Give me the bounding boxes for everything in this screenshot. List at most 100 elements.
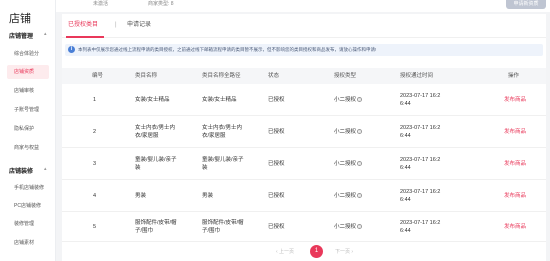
cell-auth-time: 2023-07-17 16:2 6:44 [400, 219, 440, 235]
cell-category-name: 服饰配件/皮带/帽 子/围巾 [135, 219, 177, 235]
table-row: 1 女装/女士精品 女装/女士精品 已授权 小二授权? 2023-07-17 1… [62, 84, 546, 116]
help-icon[interactable]: ? [357, 193, 363, 199]
info-notice: i 本列表中仅展示您通过线上流程申请的类目授权，之前通过线下邮箱流程申请的类目暂… [65, 44, 543, 56]
sidebar-item-pc-decoration[interactable]: PC店铺装修 [0, 199, 56, 213]
auth-time-line: 2023-07-17 16:2 [400, 189, 441, 195]
sidebar-item-rights[interactable]: 商家与权益 [0, 141, 56, 155]
category-name-line: 女士内衣/男士内 [135, 125, 176, 131]
column-header-id: 编号 [92, 73, 104, 79]
tab-bar: 已授权类目 | 申请记录 [62, 14, 546, 38]
sidebar-item-mobile-decoration[interactable]: 手机店铺装修 [0, 181, 56, 195]
category-path-line: 服饰配件/皮带/帽 [202, 220, 244, 226]
cell-auth-type: 小二授权? [334, 96, 363, 104]
cell-category-path: 女士内衣/男士内 衣/家居服 [202, 124, 242, 140]
cell-category-name: 女士内衣/男士内 衣/家居服 [135, 124, 175, 140]
category-path-line: 女士内衣/男士内 [202, 125, 243, 131]
cell-category-path: 女装/女士精品 [202, 97, 237, 103]
sidebar-item-store-review[interactable]: 店铺审核 [0, 84, 56, 98]
auth-type-label: 小二授权 [334, 97, 357, 103]
table-row: 3 童装/婴儿装/亲子装 童装/婴儿装/亲子装 已授权 小二授权? 2023-0… [62, 148, 546, 180]
cell-status: 已授权 [268, 193, 285, 199]
cell-status: 已授权 [268, 129, 285, 135]
publish-product-link[interactable]: 发布商品 [504, 160, 526, 168]
publish-product-link[interactable]: 发布商品 [504, 96, 526, 104]
column-header-category-path: 类目名称全路径 [202, 73, 241, 79]
help-icon[interactable]: ? [357, 224, 363, 230]
help-icon[interactable]: ? [357, 129, 363, 135]
category-path-line: 衣/家居服 [202, 133, 226, 139]
cell-id: 4 [93, 193, 97, 199]
auth-type-label: 小二授权 [334, 193, 357, 199]
table-row: 4 男装 男装 已授权 小二授权? 2023-07-17 16:2 6:44 发布… [62, 180, 546, 212]
cell-id: 1 [93, 97, 97, 103]
auth-time-line: 6:44 [400, 228, 411, 234]
sidebar-section-store-management[interactable]: 店铺管理 [9, 31, 33, 40]
help-icon[interactable]: ? [357, 97, 363, 103]
chevron-up-icon[interactable]: ▴ [44, 31, 47, 37]
category-path-line: 童装/婴儿装/亲子 [202, 157, 244, 163]
auth-type-label: 小二授权 [334, 161, 357, 167]
category-name-line: 服饰配件/皮带/帽 [135, 220, 177, 226]
column-header-auth-time: 授权通过时间 [400, 73, 434, 79]
column-header-category-name: 类目名称 [135, 73, 158, 79]
column-header-auth-type: 授权类型 [334, 73, 357, 79]
publish-product-link[interactable]: 发布商品 [504, 192, 526, 200]
cell-category-path: 男装 [202, 193, 214, 199]
sidebar-item-store-qualification[interactable]: 店铺资质 [7, 65, 49, 79]
page-number-current[interactable]: 1 [310, 245, 323, 258]
sidebar-item-store-assets[interactable]: 店铺素材 [0, 236, 56, 250]
cell-auth-time: 2023-07-17 16:2 6:44 [400, 92, 440, 108]
table-row: 5 服饰配件/皮带/帽 子/围巾 服饰配件/皮带/帽 子/围巾 已授权 小二授权? … [62, 212, 546, 242]
column-header-actions: 操作 [508, 73, 520, 79]
auth-time-line: 6:44 [400, 165, 411, 171]
sidebar-section-store-decoration[interactable]: 店铺装修 [9, 166, 33, 175]
cell-category-path: 服饰配件/皮带/帽 子/围巾 [202, 219, 244, 235]
apply-qualification-button[interactable]: 申请新资质 [506, 0, 546, 9]
cell-auth-type: 小二授权? [334, 128, 363, 136]
auth-time-line: 6:44 [400, 101, 411, 107]
auth-type-label: 小二授权 [334, 224, 357, 230]
cell-category-name: 男装 [135, 193, 147, 199]
main-card: 已授权类目 | 申请记录 i 本列表中仅展示您通过线上流程申请的类目授权，之前通… [62, 14, 546, 261]
column-header-status: 状态 [268, 73, 280, 79]
cell-id: 2 [93, 129, 97, 135]
cell-status: 已授权 [268, 97, 285, 103]
publish-product-link[interactable]: 发布商品 [504, 128, 526, 136]
category-path-line: 子/围巾 [202, 228, 221, 234]
info-icon: i [68, 46, 75, 53]
next-page-button[interactable]: 下一页 › [335, 247, 353, 257]
publish-product-link[interactable]: 发布商品 [504, 223, 526, 231]
cell-id: 3 [93, 161, 97, 167]
auth-time-line: 2023-07-17 16:2 [400, 93, 441, 99]
tab-authorized-categories[interactable]: 已授权类目 [68, 20, 98, 30]
sidebar-item-decoration-manage[interactable]: 装修管理 [0, 217, 56, 231]
auth-type-label: 小二授权 [334, 129, 357, 135]
category-name-line: 童装/婴儿装/亲子 [135, 157, 177, 163]
table-row: 2 女士内衣/男士内 衣/家居服 女士内衣/男士内 衣/家居服 已授权 小二授权? … [62, 116, 546, 148]
tab-separator: | [115, 22, 117, 28]
pagination: ‹ 上一页 1 下一页 › [62, 245, 546, 259]
sidebar-item-experience-score[interactable]: 综合体验分 [0, 47, 56, 61]
sidebar-item-sub-accounts[interactable]: 子账号管理 [0, 103, 56, 117]
chevron-up-icon[interactable]: ▴ [44, 166, 47, 172]
sidebar-item-privacy[interactable]: 隐私保护 [0, 122, 56, 136]
notice-text: 本列表中仅展示您通过线上流程申请的类目授权，之前通过线下邮箱流程申请的类目暂不展… [78, 47, 377, 52]
sidebar: 店铺 店铺管理 ▴ 综合体验分 店铺资质 店铺审核 子账号管理 隐私保护 商家与… [0, 0, 56, 261]
category-name-line: 衣/家居服 [135, 133, 159, 139]
auth-time-line: 2023-07-17 16:2 [400, 157, 441, 163]
cell-category-name: 童装/婴儿装/亲子装 [135, 156, 177, 172]
account-status: 未激活 [93, 1, 109, 7]
top-bar: 未激活 商家类型: 8 申请新资质 [56, 0, 550, 12]
auth-time-line: 2023-07-17 16:2 [400, 220, 441, 226]
cell-status: 已授权 [268, 224, 285, 230]
cell-id: 5 [93, 224, 97, 230]
table-header: 编号 类目名称 类目名称全路径 状态 授权类型 授权通过时间 操作 [62, 68, 546, 84]
tab-application-records[interactable]: 申请记录 [127, 20, 151, 30]
cell-category-path: 童装/婴儿装/亲子装 [202, 156, 244, 172]
prev-page-button[interactable]: ‹ 上一页 [276, 247, 294, 257]
help-icon[interactable]: ? [357, 161, 363, 167]
sidebar-store-title: 店铺 [9, 13, 31, 25]
auth-time-line: 2023-07-17 16:2 [400, 125, 441, 131]
auth-time-line: 6:44 [400, 197, 411, 203]
cell-auth-type: 小二授权? [334, 160, 363, 168]
